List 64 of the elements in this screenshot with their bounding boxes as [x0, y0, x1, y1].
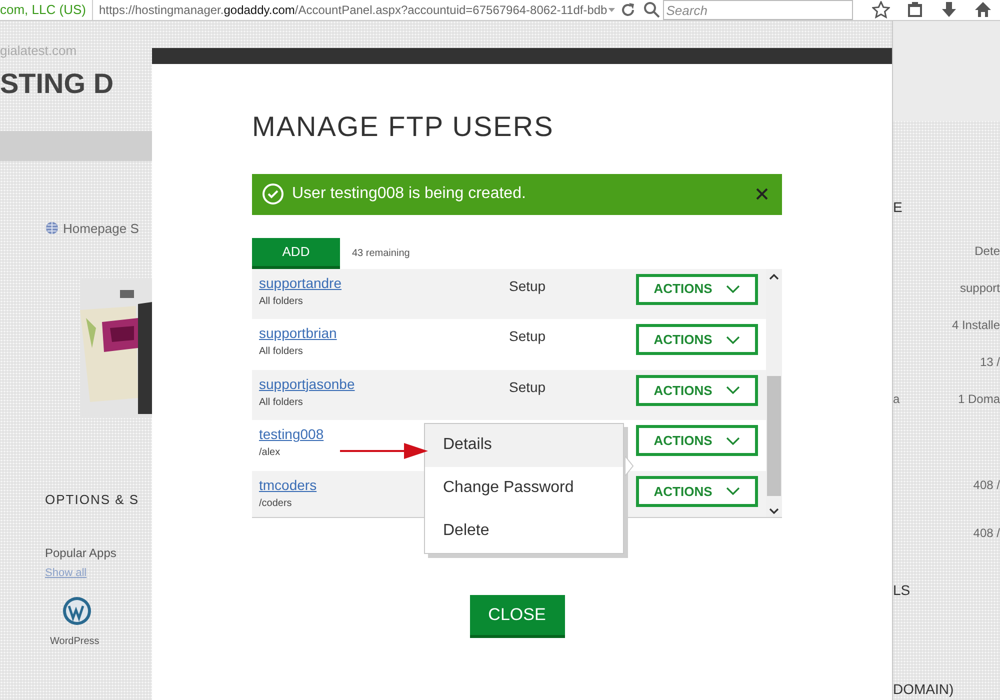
card-title: Homepage S — [63, 220, 139, 236]
status-text: Setup — [509, 378, 546, 395]
menu-item[interactable]: Delete — [425, 510, 623, 553]
chevron-down-icon — [726, 436, 740, 445]
status-text: Setup — [509, 278, 546, 294]
search-icon — [643, 1, 662, 19]
site-name: gialatest.com — [0, 42, 78, 60]
search-field[interactable]: Search — [663, 0, 854, 20]
page-heading: STING D — [0, 66, 114, 100]
scroll-down-icon[interactable] — [769, 506, 779, 515]
actions-button[interactable]: ACTIONS — [636, 274, 758, 305]
app-logo-icon[interactable] — [62, 596, 92, 626]
user-name-link[interactable]: testing008 — [259, 424, 324, 446]
detail-value: 1 Doma — [958, 391, 1000, 408]
status-text: Setup — [509, 328, 546, 344]
folder-path: All folders — [259, 294, 303, 309]
detail-value: 408 / — [972, 525, 1000, 542]
site-identity: com, LLC (US) — [0, 0, 93, 20]
section-label: Popular Apps — [45, 546, 118, 560]
close-icon[interactable] — [756, 188, 768, 200]
detail-value: 13 / — [978, 354, 1000, 371]
scrollbar[interactable] — [766, 268, 782, 517]
section-heading: OPTIONS & S — [45, 492, 140, 508]
user-name-link[interactable]: supportbrian — [259, 323, 337, 344]
section-heading: DOMAIN) — [893, 680, 955, 699]
add-button[interactable]: ADD — [252, 238, 340, 269]
actions-button[interactable]: ACTIONS — [636, 374, 758, 406]
user-name-link[interactable]: supportandre — [259, 272, 342, 294]
menu-item[interactable]: Details — [425, 424, 623, 467]
chevron-down-icon — [726, 336, 740, 344]
menu-item[interactable]: Change Password — [425, 466, 623, 510]
detail-value: Dete — [974, 243, 1000, 260]
chevron-down-icon — [726, 386, 740, 394]
close-button[interactable]: CLOSE — [470, 594, 564, 638]
section-heading: E — [893, 198, 904, 217]
download-icon[interactable] — [940, 1, 958, 19]
clipboard-icon[interactable] — [906, 1, 924, 19]
folder-path: All folders — [259, 345, 303, 360]
folder-path: All folders — [259, 396, 303, 410]
chevron-down-icon — [726, 487, 740, 496]
user-name-link[interactable]: tmcoders — [259, 474, 317, 496]
app-name[interactable]: WordPress — [50, 636, 152, 648]
user-name-link[interactable]: supportjasonbe — [259, 374, 355, 395]
star-icon[interactable] — [872, 1, 890, 19]
home-icon[interactable] — [974, 1, 992, 19]
scrollbar-thumb[interactable] — [767, 376, 781, 496]
chevron-down-icon — [726, 285, 740, 294]
detail-value: 4 Installe — [950, 317, 1000, 334]
globe-icon — [45, 221, 59, 236]
folder-path: /alex — [259, 446, 280, 460]
modal-title: MANAGE FTP USERS — [252, 110, 555, 144]
section-heading: LS — [893, 581, 912, 600]
check-circle-icon — [262, 183, 284, 206]
url-text[interactable]: https://hostingmanager.godaddy.com/AccountPanel.aspx?accountuid=67567964-8062-11df-bdb — [92, 1, 608, 19]
detail-value: support — [958, 280, 1000, 297]
actions-button[interactable]: ACTIONS — [636, 476, 758, 507]
alert-message: User testing008 is being created. — [292, 184, 527, 204]
detail-label: a — [893, 391, 900, 408]
actions-button[interactable]: ACTIONS — [636, 425, 758, 456]
folder-path: /coders — [259, 496, 292, 511]
actions-button[interactable]: ACTIONS — [636, 324, 758, 356]
remaining-count: 43 remaining — [352, 246, 410, 261]
detail-value: 408 / — [972, 477, 1000, 494]
scroll-up-icon[interactable] — [769, 272, 779, 281]
